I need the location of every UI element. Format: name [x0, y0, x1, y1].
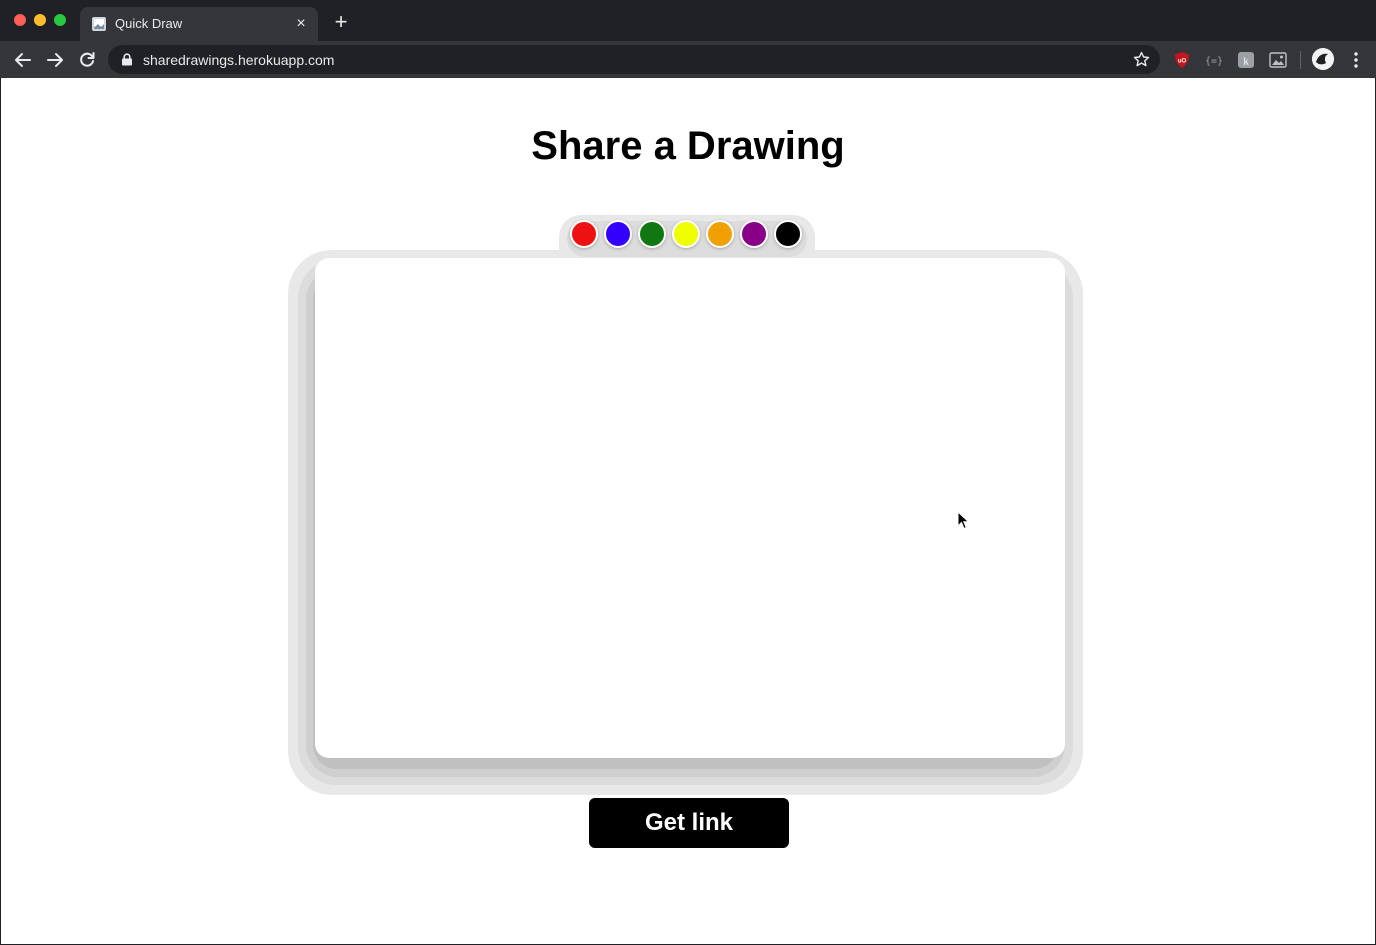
svg-text:{=}: {=} [1205, 56, 1223, 67]
star-icon[interactable] [1133, 51, 1150, 68]
extension-k-icon[interactable]: k [1237, 51, 1255, 69]
tab-quick-draw[interactable]: Quick Draw × [80, 7, 318, 41]
drawing-canvas[interactable] [315, 258, 1065, 758]
profile-avatar[interactable] [1312, 48, 1334, 70]
color-swatch-blue[interactable] [604, 220, 632, 248]
color-swatch-purple[interactable] [740, 220, 768, 248]
toolbar-separator [1300, 51, 1301, 69]
color-swatch-black[interactable] [774, 220, 802, 248]
back-icon[interactable] [12, 49, 34, 71]
color-swatch-orange[interactable] [706, 220, 734, 248]
reload-icon[interactable] [76, 49, 98, 71]
minimize-window-button[interactable] [34, 14, 46, 26]
page-title: Share a Drawing [531, 124, 845, 168]
json-viewer-icon[interactable]: {=} [1205, 51, 1223, 69]
color-swatch-green[interactable] [638, 220, 666, 248]
color-swatch-yellow[interactable] [672, 220, 700, 248]
mouse-cursor-icon [957, 511, 970, 530]
svg-text:uO: uO [1178, 59, 1187, 65]
svg-text:k: k [1243, 56, 1249, 68]
tab-strip: Quick Draw × + [0, 0, 1376, 41]
new-tab-button[interactable]: + [331, 11, 351, 33]
ublock-icon[interactable]: uO [1173, 51, 1191, 69]
lock-icon [122, 53, 132, 66]
color-swatch-red[interactable] [570, 220, 598, 248]
address-bar[interactable]: sharedrawings.herokuapp.com [108, 45, 1160, 74]
browser-window: Quick Draw × + sharedrawings.herokuapp.c… [0, 0, 1376, 945]
maximize-window-button[interactable] [54, 14, 66, 26]
tab-title: Quick Draw [115, 16, 183, 31]
close-window-button[interactable] [14, 14, 26, 26]
page-content: Share a Drawing Get link [1, 78, 1375, 944]
image-extension-icon[interactable] [1269, 51, 1287, 69]
browser-toolbar: sharedrawings.herokuapp.com uO {=} k [0, 41, 1376, 78]
page-favicon-icon [92, 17, 106, 31]
get-link-button[interactable]: Get link [589, 798, 789, 848]
menu-icon[interactable] [1349, 49, 1363, 71]
tab-close-icon[interactable]: × [292, 15, 310, 33]
forward-icon[interactable] [44, 49, 66, 71]
url-text: sharedrawings.herokuapp.com [143, 52, 335, 68]
